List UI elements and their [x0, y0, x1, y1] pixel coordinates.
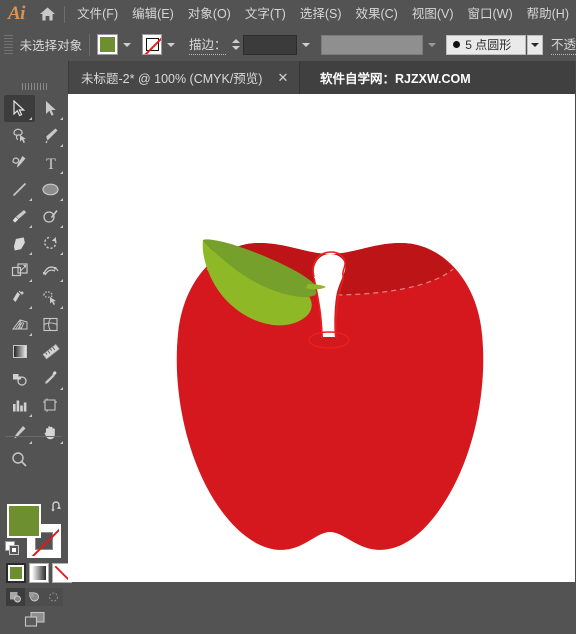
document-tab-title: 未标题-2* @ 100% (CMYK/预览) — [81, 72, 263, 86]
watermark-text: 软件自学网：RJZXW.COM — [320, 72, 471, 86]
brush-definition-value: 5 点圆形 — [465, 38, 512, 52]
shape-builder-tool[interactable] — [35, 284, 66, 311]
scale-tool[interactable] — [4, 257, 35, 284]
draw-inside-mode-button[interactable] — [44, 588, 63, 606]
menu-item-object[interactable]: 对象(O) — [181, 0, 238, 28]
menu-bar: Ai 文件(F) 编辑(E) 对象(O) 文字(T) 选择(S) 效果(C) 视… — [0, 0, 576, 28]
gradient-mode-button[interactable] — [29, 563, 49, 583]
tool-expand-corner-icon — [29, 117, 32, 120]
default-fill-stroke-icon[interactable] — [5, 541, 20, 556]
menu-item-type[interactable]: 文字(T) — [238, 0, 293, 28]
line-segment-tool[interactable] — [4, 176, 35, 203]
lasso-tool[interactable] — [4, 122, 35, 149]
menu-item-help[interactable]: 帮助(H) — [520, 0, 576, 28]
fill-color-chip — [100, 37, 115, 52]
selection-tool[interactable] — [4, 95, 35, 122]
mesh-tool[interactable] — [35, 311, 66, 338]
hand-tool[interactable] — [35, 419, 66, 446]
measure-tool[interactable] — [35, 338, 66, 365]
menu-item-view[interactable]: 视图(V) — [405, 0, 461, 28]
eyedropper-tool[interactable] — [35, 365, 66, 392]
fill-stroke-control — [5, 501, 63, 558]
control-bar: 未选择对象 描边： 5 点圆形 不透 — [0, 28, 576, 62]
draw-behind-mode-button[interactable] — [25, 588, 44, 606]
toolbar-fill-swatch[interactable] — [7, 504, 41, 538]
rotate-tool[interactable] — [35, 230, 66, 257]
menu-item-window[interactable]: 窗口(W) — [461, 0, 520, 28]
zoom-tool[interactable] — [4, 446, 35, 473]
opacity-label[interactable]: 不透 — [550, 34, 576, 55]
perspective-grid-tool[interactable] — [4, 311, 35, 338]
apple-artwork — [176, 239, 484, 550]
gradient-chip — [32, 566, 46, 580]
brush-preview-dot-icon — [453, 41, 461, 48]
none-chip — [55, 566, 69, 580]
gradient-tool[interactable] — [4, 338, 35, 365]
stroke-weight-stepper[interactable] — [230, 35, 241, 55]
tools-panel-grip[interactable] — [22, 83, 48, 90]
stroke-color-swatch-none[interactable] — [141, 34, 163, 55]
stroke-dropdown-chevron-down-icon[interactable] — [163, 34, 179, 55]
control-divider-1 — [89, 33, 91, 56]
curvature-tool[interactable] — [4, 149, 35, 176]
menu-item-select[interactable]: 选择(S) — [293, 0, 349, 28]
stepper-up-icon — [231, 39, 240, 43]
app-logo: Ai — [7, 3, 25, 24]
menu-item-edit[interactable]: 编辑(E) — [125, 0, 181, 28]
type-tool[interactable]: T — [35, 149, 66, 176]
menu-item-effect[interactable]: 效果(C) — [348, 0, 404, 28]
fill-dropdown-chevron-down-icon[interactable] — [119, 34, 135, 55]
tool-slot-empty — [35, 446, 66, 473]
control-bar-grip[interactable] — [4, 34, 13, 55]
stroke-weight-label[interactable]: 描边： — [188, 34, 227, 55]
svg-text:T: T — [46, 156, 56, 171]
brush-definition-select[interactable]: 5 点圆形 — [446, 34, 526, 55]
flat-color-chip — [10, 567, 22, 579]
fill-color-swatch[interactable] — [97, 34, 118, 55]
home-icon[interactable] — [33, 0, 62, 28]
stepper-down-icon — [231, 46, 240, 50]
column-graph-tool[interactable] — [4, 392, 35, 419]
shaper-tool[interactable] — [35, 203, 66, 230]
draw-mode-row — [6, 588, 63, 606]
illustrator-window: Ai 文件(F) 编辑(E) 对象(O) 文字(T) 选择(S) 效果(C) 视… — [0, 0, 576, 627]
stroke-profile-select[interactable] — [321, 34, 423, 55]
blend-tool[interactable] — [4, 365, 35, 392]
paintbrush-tool[interactable] — [4, 203, 35, 230]
change-screen-mode-button[interactable] — [23, 611, 47, 629]
ellipse-tool[interactable] — [35, 176, 66, 203]
slice-tool[interactable] — [4, 419, 35, 446]
profile-dropdown-chevron-down-icon[interactable] — [424, 34, 440, 55]
color-mode-row — [6, 563, 72, 583]
document-canvas[interactable] — [68, 94, 576, 582]
width-tool[interactable] — [35, 257, 66, 284]
tools-divider-1 — [6, 436, 62, 437]
close-icon[interactable]: ✕ — [277, 71, 288, 84]
brush-dropdown-chevron-down-icon[interactable] — [526, 34, 543, 55]
eraser-tool[interactable] — [4, 230, 35, 257]
selection-status-label: 未选择对象 — [19, 39, 83, 53]
draw-normal-mode-button[interactable] — [6, 588, 25, 606]
direct-selection-tool[interactable] — [35, 95, 66, 122]
stroke-weight-input[interactable] — [243, 34, 297, 55]
weight-dropdown-chevron-down-icon[interactable] — [298, 34, 314, 55]
menu-item-file[interactable]: 文件(F) — [70, 0, 125, 28]
artboard-tool[interactable] — [35, 392, 66, 419]
flat-color-mode-button[interactable] — [6, 563, 26, 583]
pen-tool[interactable] — [35, 122, 66, 149]
menu-item-list: 文件(F) 编辑(E) 对象(O) 文字(T) 选择(S) 效果(C) 视图(V… — [70, 0, 576, 28]
document-tab-bar: ◀◀ 未标题-2* @ 100% (CMYK/预览) ✕ 软件自学网：RJZXW… — [0, 61, 576, 95]
menu-divider — [64, 5, 66, 23]
swap-fill-stroke-icon[interactable] — [50, 500, 64, 514]
tool-grid: T — [4, 95, 66, 473]
tools-panel: T — [0, 61, 72, 627]
free-transform-tool[interactable] — [4, 284, 35, 311]
document-tab[interactable]: 未标题-2* @ 100% (CMYK/预览) ✕ — [68, 61, 301, 94]
